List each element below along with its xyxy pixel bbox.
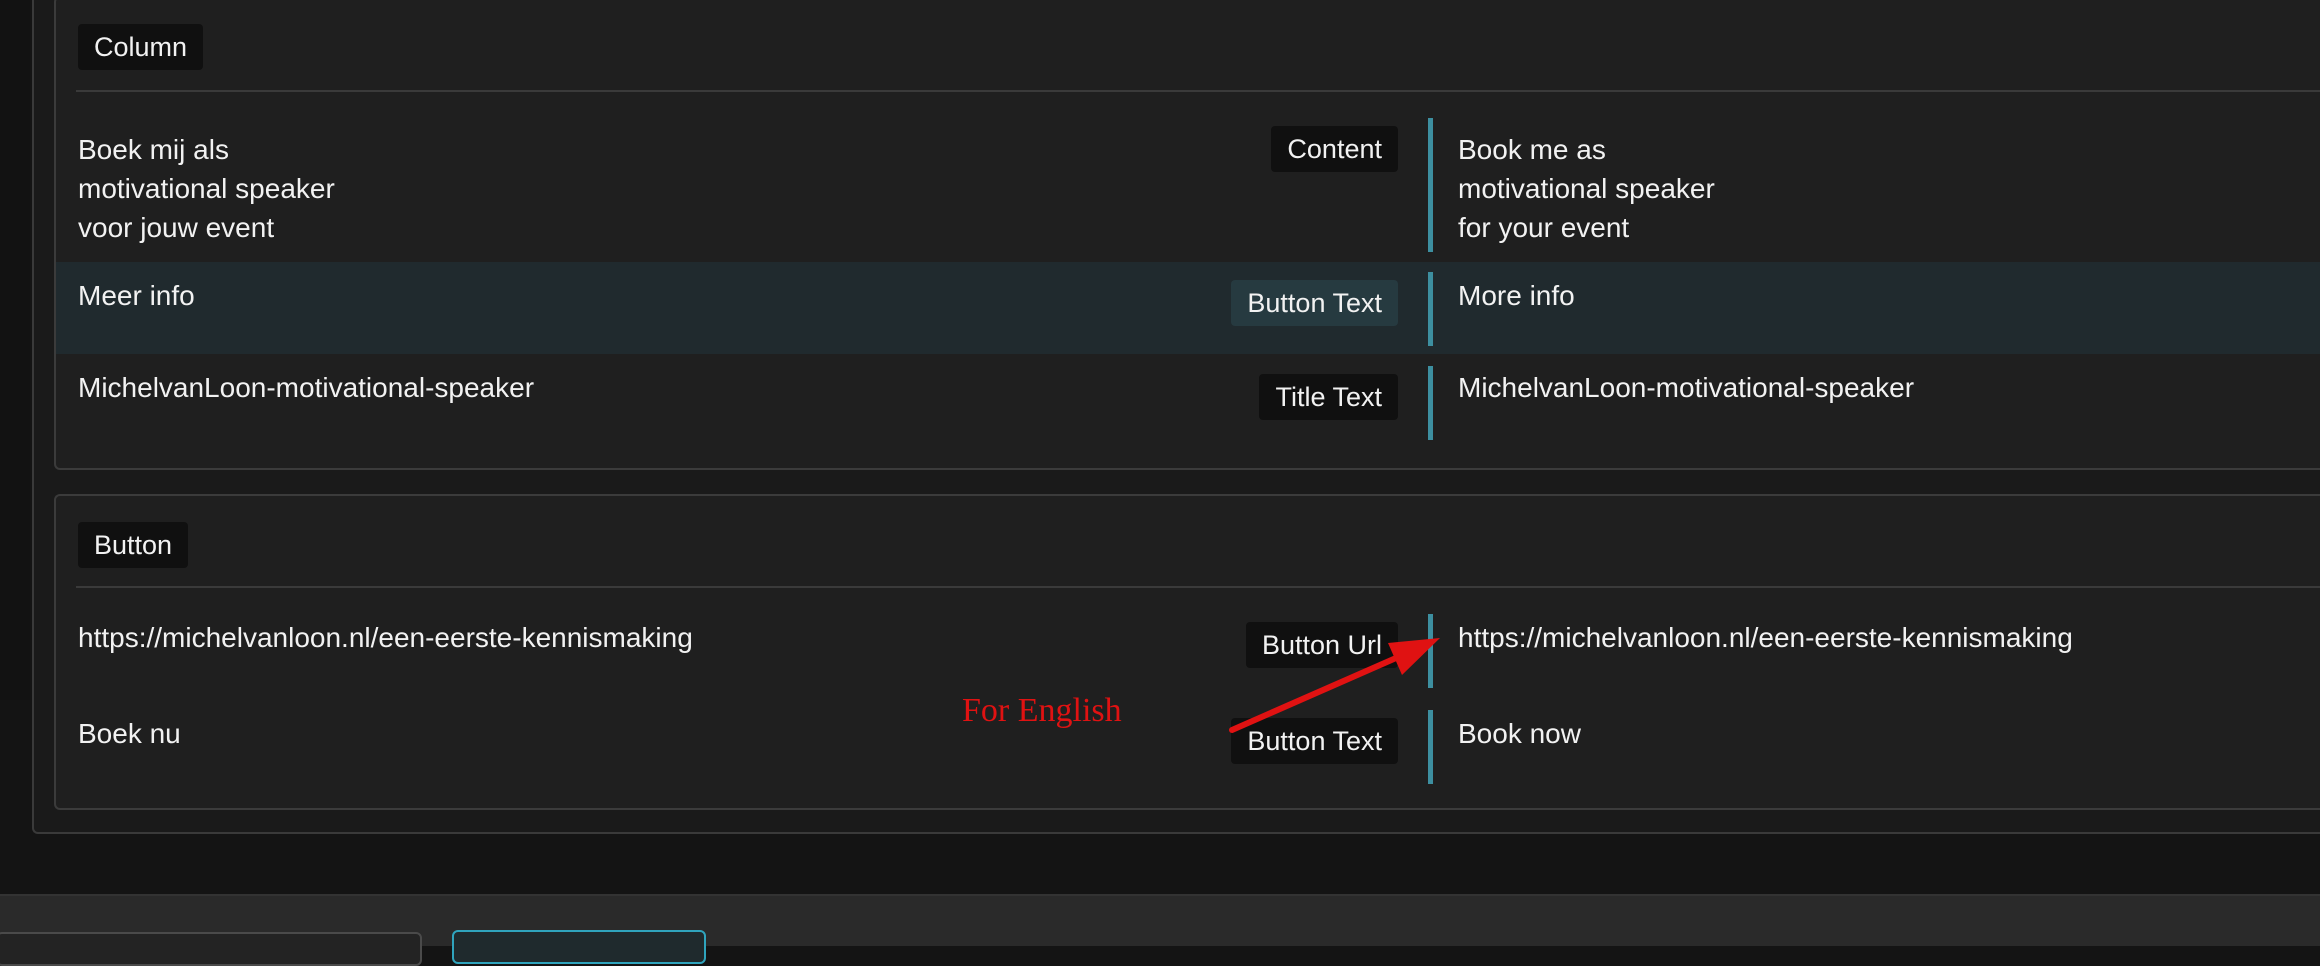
secondary-action-button[interactable]	[0, 932, 422, 966]
annotation-arrow-icon	[1229, 638, 1440, 733]
bottom-action-bar	[0, 894, 2320, 966]
primary-action-button[interactable]	[452, 930, 706, 964]
